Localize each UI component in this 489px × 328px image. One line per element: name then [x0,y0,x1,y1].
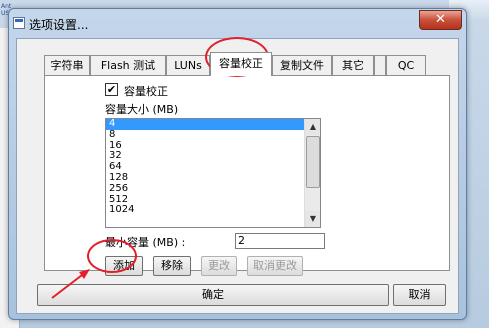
arrow-shaft [51,271,87,299]
annotation-arrow [51,269,90,299]
tab-capacity-correction[interactable]: 容量校正 [210,52,272,76]
arrow-head [79,269,90,279]
